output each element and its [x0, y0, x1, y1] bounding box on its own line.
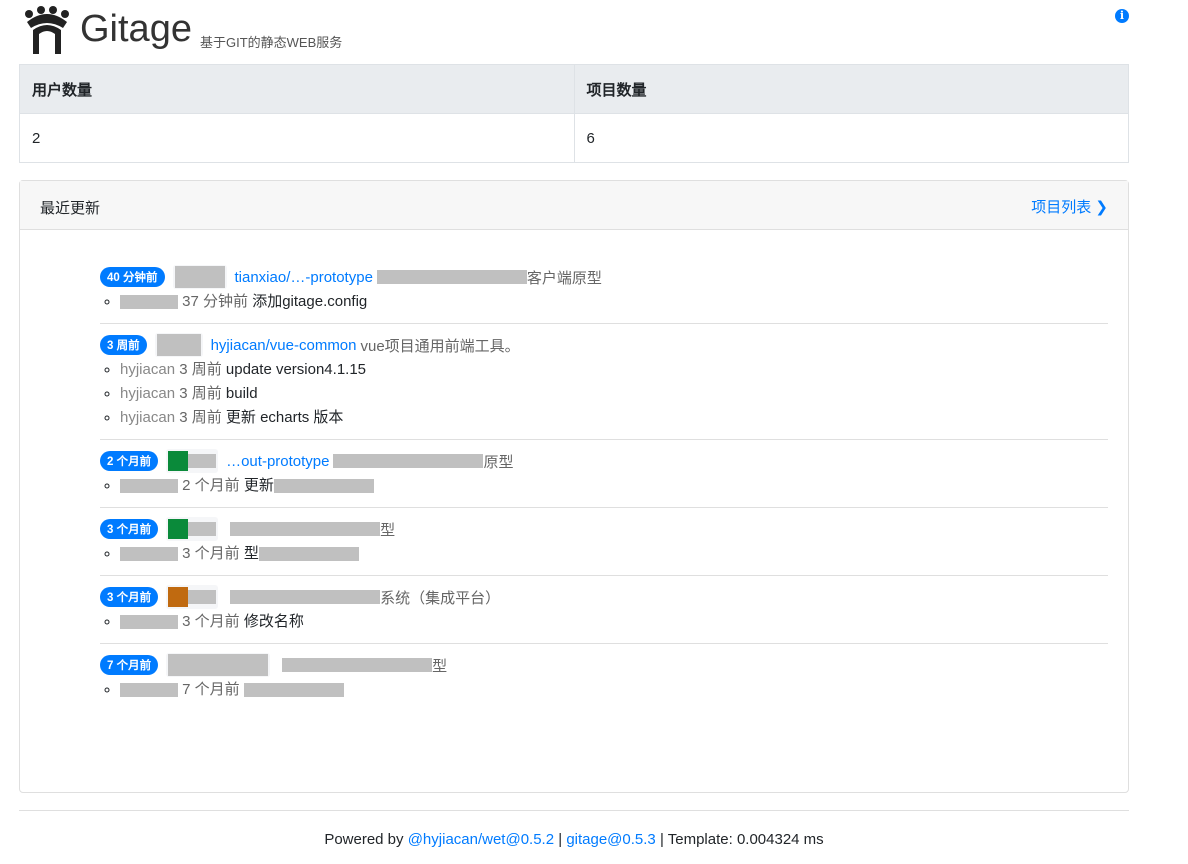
- avatar: [166, 653, 271, 677]
- chevron-right-icon: ❯: [1095, 199, 1108, 216]
- commit-message: 更新: [243, 477, 274, 494]
- project-desc: 系统（集成平台）: [380, 589, 501, 607]
- project-list-link[interactable]: 项目列表 ❯: [1031, 196, 1108, 217]
- redacted: [230, 522, 381, 536]
- brand-subtitle: 基于GIT的静态WEB服务: [200, 35, 343, 50]
- users-count: 2: [19, 113, 575, 163]
- commit-item: 3 个月前 修改名称: [120, 610, 1108, 634]
- footer: Powered by @hyjiacan/wet@0.5.2 | gitage@…: [19, 810, 1129, 848]
- commit-message: build: [225, 385, 258, 402]
- commit-time: 7 个月前: [182, 681, 240, 698]
- redacted: [230, 590, 381, 604]
- time-badge: 40 分钟前: [100, 267, 165, 287]
- commit-time: 3 个月前: [182, 545, 240, 562]
- project-desc: vue项目通用前端工具。: [360, 337, 520, 355]
- commit-author: hyjiacan: [120, 361, 176, 378]
- brand-title: Gitage: [80, 8, 192, 50]
- footer-sep: |: [554, 831, 567, 848]
- commit-item: 7 个月前: [120, 678, 1108, 702]
- recent-updates-card: 最近更新 项目列表 ❯ 40 分钟前 tianxiao/…-prototype 客户…: [19, 180, 1129, 793]
- project-desc: 型: [380, 521, 396, 539]
- redacted: [282, 658, 433, 672]
- commit-item: hyjiacan 3 周前 update version4.1.15: [120, 358, 1108, 382]
- redacted: [333, 454, 484, 468]
- commit-item: hyjiacan 3 周前 build: [120, 382, 1108, 406]
- update-list: 40 分钟前 tianxiao/…-prototype 客户端原型 37 分钟前 添…: [20, 230, 1128, 711]
- time-badge: 3 个月前: [100, 519, 159, 539]
- project-desc: 客户端原型: [526, 269, 602, 287]
- update-item: 3 个月前型 3 个月前 型: [100, 508, 1108, 576]
- update-item: 3 个月前 系统（集成平台） 3 个月前 修改名称: [100, 576, 1108, 644]
- commit-message: 添加gitage.config: [252, 293, 368, 310]
- commit-message: update version4.1.15: [225, 361, 367, 378]
- commit-message: 型: [243, 545, 259, 562]
- footer-prefix: Powered by: [324, 831, 408, 848]
- commit-message: 更新 echarts 版本: [225, 409, 344, 426]
- commit-time: 3 周前: [179, 385, 222, 402]
- project-list-label: 项目列表: [1031, 199, 1092, 216]
- wet-link[interactable]: @hyjiacan/wet@0.5.2: [408, 831, 554, 848]
- commit-item: 2 个月前 更新: [120, 474, 1108, 498]
- stats-table: 用户数量 项目数量 26: [19, 64, 1129, 163]
- project-link[interactable]: …out-prototype: [226, 453, 329, 470]
- avatar: [172, 265, 227, 289]
- commit-time: 37 分钟前: [182, 293, 249, 310]
- gitage-logo: [25, 6, 69, 54]
- projects-count: 6: [573, 113, 1129, 163]
- update-item: 7 个月前 型 7 个月前: [100, 644, 1108, 711]
- avatar: [154, 333, 203, 357]
- avatar: [166, 449, 219, 473]
- commit-message: 修改名称: [243, 613, 304, 630]
- info-icon[interactable]: i: [1115, 9, 1129, 23]
- commit-time: 3 周前: [179, 409, 222, 426]
- time-badge: 7 个月前: [100, 655, 159, 675]
- commit-item: 3 个月前 型: [120, 542, 1108, 566]
- gitage-link[interactable]: gitage@0.5.3: [566, 831, 655, 848]
- card-title: 最近更新: [40, 200, 101, 217]
- update-item: 3 周前 hyjiacan/vue-commonvue项目通用前端工具。 hyjia…: [100, 324, 1108, 440]
- redacted: [376, 270, 527, 284]
- update-item: 40 分钟前 tianxiao/…-prototype 客户端原型 37 分钟前 添…: [100, 256, 1108, 324]
- time-badge: 3 周前: [100, 335, 147, 355]
- commit-item: 37 分钟前 添加gitage.config: [120, 290, 1108, 314]
- users-header: 用户数量: [19, 64, 575, 114]
- projects-header: 项目数量: [573, 64, 1129, 114]
- time-badge: 2 个月前: [100, 451, 159, 471]
- commit-time: 3 个月前: [182, 613, 240, 630]
- header: Gitage 基于GIT的静态WEB服务 i: [19, 0, 1129, 64]
- project-desc: 型: [432, 657, 448, 675]
- time-badge: 3 个月前: [100, 587, 159, 607]
- commit-time: 2 个月前: [182, 477, 240, 494]
- commit-author: hyjiacan: [120, 409, 176, 426]
- commit-author: hyjiacan: [120, 385, 176, 402]
- project-link[interactable]: hyjiacan/vue-common: [211, 337, 357, 354]
- project-desc: 原型: [483, 453, 514, 471]
- template-time: | Template: 0.004324 ms: [655, 831, 824, 848]
- commit-time: 3 周前: [179, 361, 222, 378]
- avatar: [166, 585, 219, 609]
- avatar: [166, 517, 219, 541]
- commit-item: hyjiacan 3 周前 更新 echarts 版本: [120, 406, 1108, 430]
- project-link[interactable]: tianxiao/…-prototype: [235, 269, 373, 286]
- update-item: 2 个月前 …out-prototype 原型 2 个月前 更新: [100, 440, 1108, 508]
